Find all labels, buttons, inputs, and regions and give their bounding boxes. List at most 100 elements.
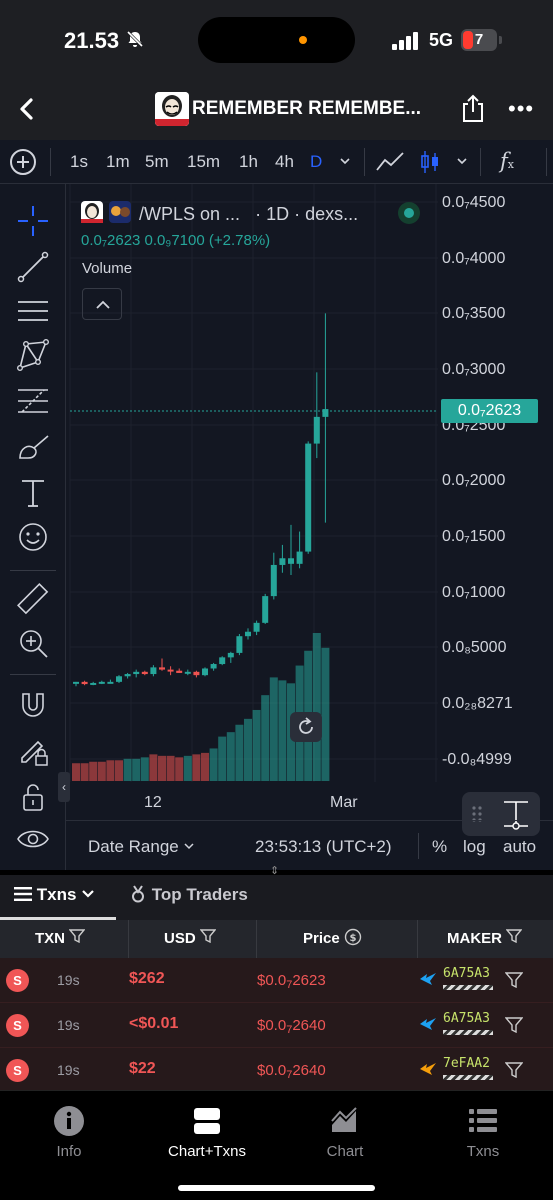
price-axis-label: 0.0₇1000 [442, 584, 506, 601]
percent-toggle[interactable]: % [432, 837, 447, 857]
timeframe-toolbar: 1s 1m 5m 15m 1h 4h D fx [0, 140, 553, 184]
price-axis-label: 0.0₈5000 [442, 639, 507, 656]
log-toggle[interactable]: log [463, 837, 486, 857]
volume-bar [235, 724, 244, 781]
chart-type-chevron-icon[interactable] [455, 154, 469, 173]
maker-id[interactable]: 6A75A3 [443, 966, 490, 981]
candle-body [253, 622, 260, 632]
filter-icon[interactable] [504, 1017, 524, 1034]
nav-info[interactable]: Info [0, 1105, 138, 1160]
candle-body [81, 681, 88, 685]
volume-bar [209, 748, 218, 781]
txn-usd: $22 [129, 1060, 156, 1077]
filter-icon [505, 929, 523, 944]
candle-body [219, 657, 226, 665]
chart-clock: 23:53:13 (UTC+2) [255, 837, 392, 856]
chart-legend: /WPLS on ... · 1D · dexs... [80, 200, 358, 225]
reset-chart-icon[interactable] [290, 712, 322, 742]
volume-bar [158, 755, 166, 781]
tf-d[interactable]: D [310, 152, 322, 172]
txn-table-header: TXN USD Price $ MAKER [0, 920, 553, 958]
tf-1s[interactable]: 1s [70, 152, 88, 172]
volume-bar [89, 761, 98, 781]
date-label-mar: Mar [330, 794, 358, 811]
auto-toggle[interactable]: auto [503, 837, 536, 857]
volume-bar [97, 761, 106, 781]
current-price-badge: 0.0₇2623 [441, 399, 538, 423]
filter-icon[interactable] [504, 972, 524, 989]
line-chart-type-icon[interactable] [375, 150, 405, 179]
collapse-legend-button[interactable] [82, 288, 122, 320]
sell-badge: S [6, 1059, 29, 1082]
tf-5m[interactable]: 5m [145, 152, 169, 172]
candle-body [176, 670, 183, 673]
volume-bar [192, 754, 201, 781]
col-txn[interactable]: TXN [35, 920, 86, 958]
volume-bar [183, 755, 192, 781]
table-row[interactable]: S 19s $22 $0.072640 7eFAA2 [0, 1048, 553, 1093]
volume-bar [72, 763, 80, 781]
more-options-icon[interactable]: ••• [508, 96, 534, 122]
candle-body [270, 564, 277, 597]
candle-body [227, 652, 234, 658]
price-axis-label: 0.0₇1500 [442, 528, 506, 545]
candle-body [262, 596, 269, 623]
volume-bar [123, 758, 132, 781]
tf-4h[interactable]: 4h [275, 152, 294, 172]
col-maker[interactable]: MAKER [447, 920, 523, 958]
indicators-fx-icon[interactable]: fx [500, 149, 514, 173]
candle-body [236, 636, 243, 653]
txn-age: 19s [57, 1062, 80, 1078]
txn-usd: <$0.01 [129, 1015, 179, 1032]
tf-15m[interactable]: 15m [187, 152, 220, 172]
filter-icon[interactable] [504, 1062, 524, 1079]
volume-bar [252, 709, 261, 781]
area-chart-icon [329, 1105, 361, 1137]
bottom-nav: Info Chart+Txns Chart Txns [0, 1090, 553, 1200]
medal-icon [132, 885, 144, 903]
table-row[interactable]: S 19s <$0.01 $0.072640 6A75A3 [0, 1003, 553, 1048]
dollar-circle-icon: $ [344, 928, 362, 946]
price-axis-label: 0.0₂₈8271 [442, 695, 513, 712]
tab-txns[interactable]: Txns [14, 885, 95, 905]
toolbar-toggle-icon[interactable]: ‹ [58, 772, 70, 802]
date-range-button[interactable]: Date Range [88, 837, 195, 857]
tf-1h[interactable]: 1h [239, 152, 258, 172]
candle-body [73, 681, 79, 684]
candle-body [245, 631, 251, 637]
volume-bar [218, 736, 227, 781]
candle-body [107, 681, 114, 684]
maker-id[interactable]: 7eFAA2 [443, 1056, 490, 1071]
candle-body [133, 671, 140, 675]
chart-bottom-bar: Date Range 23:53:13 (UTC+2) % log auto [66, 820, 553, 870]
back-icon[interactable] [12, 94, 42, 124]
filter-icon [199, 929, 217, 944]
share-icon[interactable] [460, 94, 486, 124]
pair-icons [80, 200, 134, 223]
volume-label: Volume [82, 260, 133, 277]
tab-top-traders[interactable]: Top Traders [129, 885, 248, 905]
volume-bar [321, 647, 330, 781]
nav-txns[interactable]: Txns [414, 1105, 552, 1160]
txn-usd: $262 [129, 970, 165, 987]
sell-badge: S [6, 1014, 29, 1037]
volume-bar [201, 752, 209, 781]
candle-body [98, 681, 105, 684]
volume-bar [115, 760, 123, 781]
volume-bar [80, 763, 89, 781]
nav-chart[interactable]: Chart [276, 1105, 414, 1160]
add-symbol-icon[interactable] [10, 149, 36, 175]
table-row[interactable]: S 19s $262 $0.072623 6A75A3 [0, 958, 553, 1003]
candle-chart-type-icon[interactable] [419, 149, 441, 180]
col-price[interactable]: Price $ [303, 920, 362, 958]
timeframe-chevron-icon[interactable] [338, 154, 352, 173]
nav-chart-txns[interactable]: Chart+Txns [138, 1105, 276, 1160]
candle-body [279, 558, 286, 565]
candle-body [116, 676, 122, 682]
maker-id[interactable]: 6A75A3 [443, 1011, 490, 1026]
price-axis-label: 0.0₇4500 [442, 194, 506, 211]
legend-values: 0.0₇2623 0.0₉7100 (+2.78%) [81, 232, 271, 249]
col-usd[interactable]: USD [164, 920, 217, 958]
tf-1m[interactable]: 1m [106, 152, 130, 172]
txn-price: $0.072623 [257, 972, 326, 991]
